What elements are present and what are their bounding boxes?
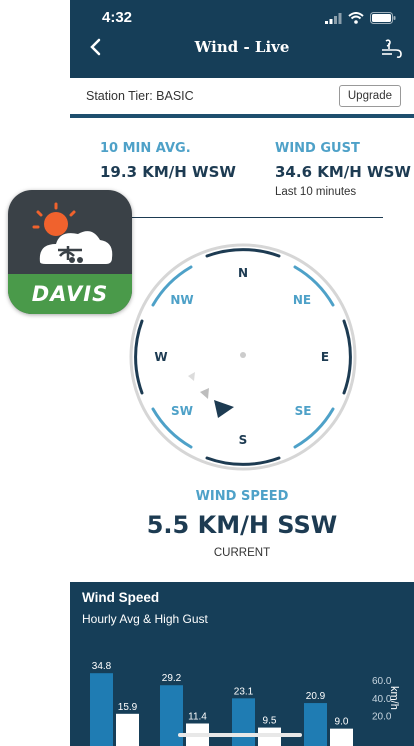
avg-value: 19.3 KM/H WSW	[100, 163, 236, 181]
station-tier-label: Station Tier: BASIC	[86, 89, 194, 103]
compass-se: SE	[295, 404, 312, 418]
divider	[100, 217, 383, 218]
bar-data-label: 23.1	[234, 686, 254, 697]
davis-app-icon: DAVIS	[8, 190, 132, 314]
station-tier-bar: Station Tier: BASIC Upgrade	[70, 78, 414, 118]
bar-data-label: 15.9	[118, 702, 138, 713]
gust-value: 34.6 KM/H WSW	[275, 163, 411, 181]
compass-s: S	[239, 433, 248, 447]
page-title: Wind - Live	[194, 38, 290, 56]
app-header: 4:32 Wind - Live	[70, 0, 414, 78]
signal-icon	[325, 12, 342, 24]
davis-logo: DAVIS	[31, 282, 109, 306]
wind-direction-arrow	[214, 400, 234, 418]
compass-nw: NW	[170, 293, 193, 307]
wind-trail-arrow-2	[200, 388, 209, 399]
gust-bar	[304, 703, 327, 746]
wind-speed-chart: 60.040.020.0km/h34.829.223.1 20.915.911.4…	[90, 661, 400, 746]
status-time: 4:32	[102, 9, 133, 26]
home-indicator[interactable]	[178, 733, 302, 737]
wind-compass: N NE E SE S SW W NW	[129, 243, 357, 471]
wifi-icon	[348, 12, 364, 24]
bar-data-label: 11.4	[188, 711, 207, 722]
wind-speed-value: 5.5 KM/H SSW	[146, 511, 338, 539]
bar-data-label: 9.0	[335, 717, 349, 728]
gust-bar	[90, 673, 113, 746]
battery-icon	[370, 12, 396, 24]
compass-n: N	[238, 266, 248, 280]
bar-data-label: 9.5	[263, 716, 277, 727]
avg-bar	[116, 713, 139, 746]
bar-data-label: 20.9	[306, 691, 326, 702]
gust-bar	[232, 698, 255, 746]
wind-speed-label: WIND SPEED	[195, 489, 289, 504]
gust-sub: Last 10 minutes	[275, 186, 357, 198]
wind-trail-arrow-1	[188, 372, 195, 381]
wind-speed-chart-panel: Wind Speed Hourly Avg & High Gust 60.0 40…	[70, 582, 414, 746]
bar-data-label: 29.2	[162, 673, 182, 684]
status-icons	[325, 12, 396, 24]
compass-e: E	[321, 350, 329, 364]
upgrade-button[interactable]: Upgrade	[338, 85, 401, 107]
bar-data-label: 34.8	[92, 661, 112, 672]
phone-screen: 4:32 Wind - Live Station Tier: BASIC Upg…	[70, 0, 414, 746]
y-axis-label: km/h	[388, 686, 400, 710]
compass-sw: SW	[171, 404, 193, 418]
compass-w: W	[154, 350, 167, 364]
avg-bar	[330, 728, 353, 746]
y-tick-label: 20.0	[372, 711, 392, 722]
avg-label: 10 MIN AVG.	[100, 141, 191, 156]
compass-ne: NE	[293, 293, 311, 307]
gust-label: WIND GUST	[275, 141, 360, 156]
wind-icon[interactable]	[380, 38, 404, 60]
wind-speed-current: CURRENT	[213, 547, 271, 559]
